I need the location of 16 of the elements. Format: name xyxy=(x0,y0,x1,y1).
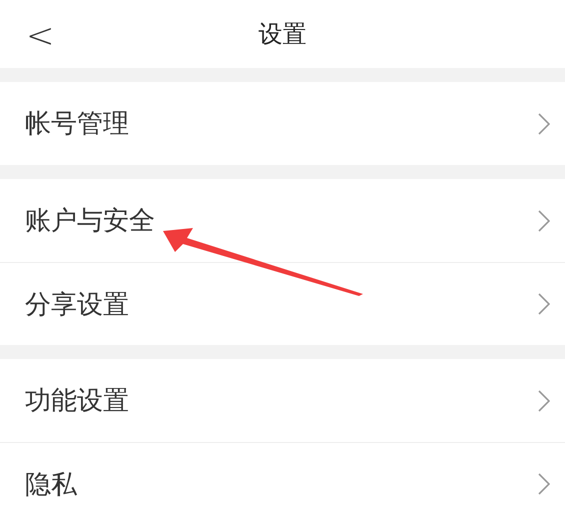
item-label: 帐号管理 xyxy=(25,108,129,141)
back-button[interactable]: < xyxy=(20,16,60,56)
settings-item[interactable]: 功能设置 xyxy=(0,359,565,442)
chevron-right-icon xyxy=(538,293,550,315)
settings-item[interactable]: 帐号管理 xyxy=(0,82,565,165)
settings-item[interactable]: 隐私 xyxy=(0,442,565,509)
chevron-right-icon xyxy=(538,210,550,232)
chevron-right-icon xyxy=(538,390,550,412)
item-label: 分享设置 xyxy=(25,288,129,322)
settings-item[interactable]: 账户与安全 xyxy=(0,179,565,262)
item-label: 账户与安全 xyxy=(25,205,155,238)
chevron-right-icon xyxy=(538,473,550,495)
item-label: 隐私 xyxy=(25,468,77,502)
item-label: 功能设置 xyxy=(25,385,129,418)
chevron-right-icon xyxy=(538,112,550,134)
page-title: 设置 xyxy=(258,19,306,50)
